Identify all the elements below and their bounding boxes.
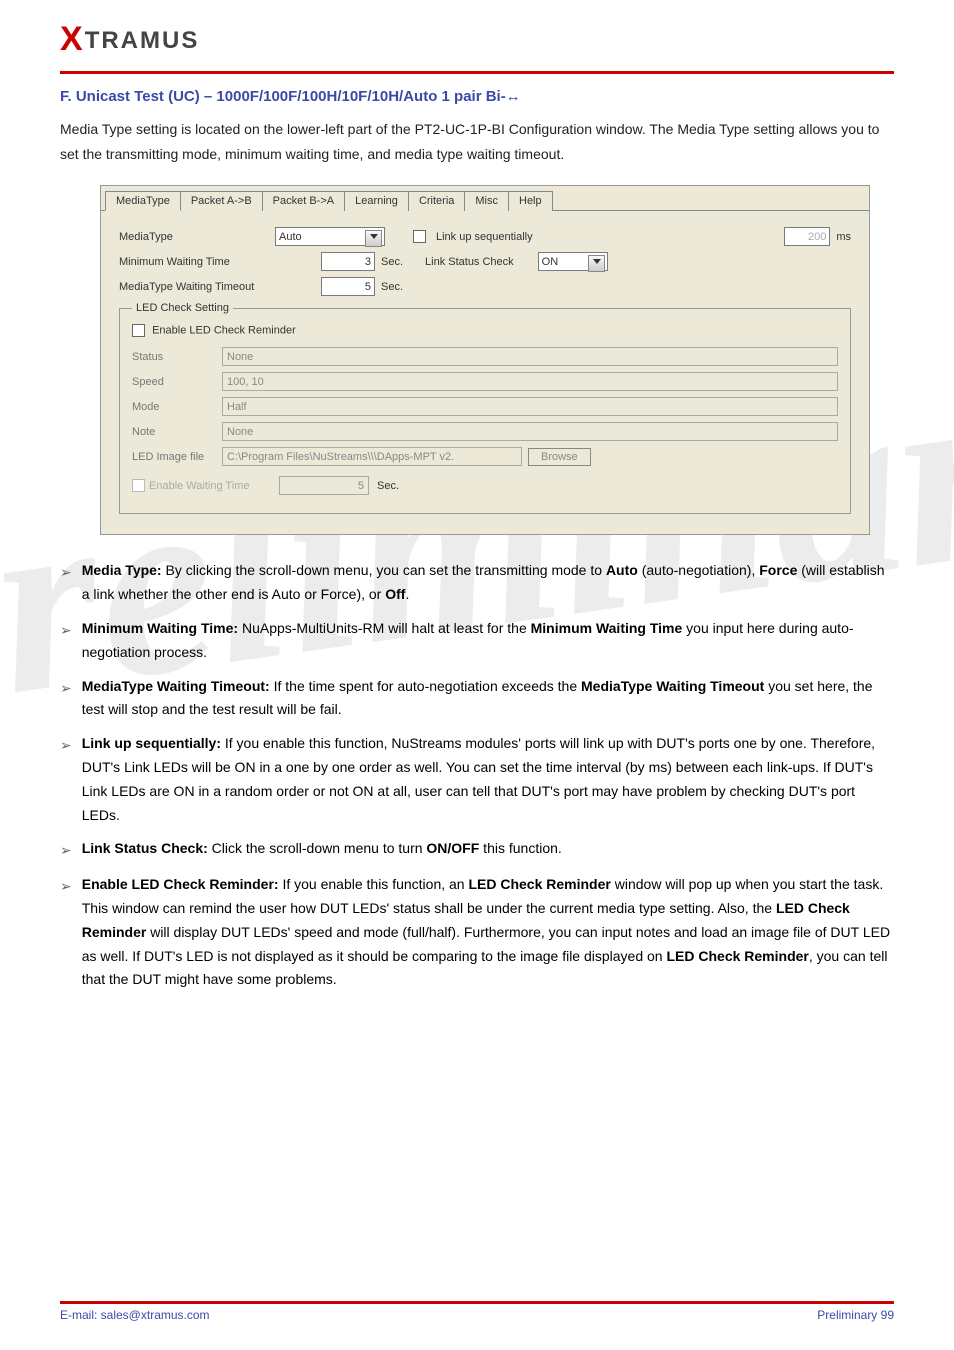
dialog-body: MediaType Auto Link up sequentially 200 … — [101, 211, 869, 534]
mediatype-label: MediaType — [119, 231, 269, 243]
image-input: C:\Program Files\NuStreams\\\DApps-MPT v… — [222, 447, 522, 466]
browse-button[interactable]: Browse — [528, 448, 591, 466]
mediatype-select[interactable]: Auto — [275, 227, 385, 246]
linkup-unit: ms — [836, 231, 851, 243]
tabs: MediaType Packet A->B Packet B->A Learni… — [101, 186, 869, 211]
led-legend: LED Check Setting — [132, 302, 233, 314]
minwait-label: Minimum Waiting Time — [119, 256, 269, 268]
speed-input: 100, 10 — [222, 372, 838, 391]
linkstatus-select[interactable]: ON — [538, 252, 608, 271]
intro-paragraph: Media Type setting is located on the low… — [60, 117, 894, 167]
bullet-mttimeout: ➢ MediaType Waiting Timeout: If the time… — [60, 675, 894, 723]
logo-x: X — [60, 20, 85, 58]
logo-rest: TRAMUS — [85, 27, 200, 54]
logo: XTRAMUS — [60, 20, 894, 59]
mediatype-dialog: MediaType Packet A->B Packet B->A Learni… — [100, 185, 870, 535]
status-label: Status — [132, 351, 222, 363]
linkup-value[interactable]: 200 — [784, 227, 830, 246]
footer-page: Preliminary 99 — [817, 1308, 894, 1322]
bullet-icon: ➢ — [60, 732, 72, 758]
tab-criteria[interactable]: Criteria — [408, 191, 465, 211]
bullet-text: Media Type: By clicking the scroll-down … — [82, 559, 894, 607]
bullet-icon: ➢ — [60, 873, 72, 899]
mttimeout-label: MediaType Waiting Timeout — [119, 281, 289, 293]
bullet-ledreminder: ➢ Enable LED Check Reminder: If you enab… — [60, 873, 894, 992]
bullet-icon: ➢ — [60, 559, 72, 585]
speed-label: Speed — [132, 376, 222, 388]
enable-led-checkbox[interactable] — [132, 324, 145, 337]
linkup-label: Link up sequentially — [436, 231, 533, 243]
enable-led-label: Enable LED Check Reminder — [152, 325, 296, 337]
ewt-label: Enable Waiting Time — [149, 480, 279, 492]
footer-email: E-mail: sales@xtramus.com — [60, 1308, 210, 1322]
tab-misc[interactable]: Misc — [464, 191, 509, 211]
tab-help[interactable]: Help — [508, 191, 553, 211]
bullet-text: Link Status Check: Click the scroll-down… — [82, 837, 894, 861]
tab-mediatype[interactable]: MediaType — [105, 191, 181, 211]
header: XTRAMUS — [0, 0, 954, 67]
note-input: None — [222, 422, 838, 441]
led-check-fieldset: LED Check Setting Enable LED Check Remin… — [119, 302, 851, 514]
bullet-icon: ➢ — [60, 837, 72, 863]
mttimeout-value[interactable]: 5 — [321, 277, 375, 296]
bullet-linkup: ➢ Link up sequentially: If you enable th… — [60, 732, 894, 827]
bullet-text: MediaType Waiting Timeout: If the time s… — [82, 675, 894, 723]
linkup-checkbox[interactable] — [413, 230, 426, 243]
bullet-text: Enable LED Check Reminder: If you enable… — [82, 873, 894, 992]
bullet-linkstatus: ➢ Link Status Check: Click the scroll-do… — [60, 837, 894, 863]
minwait-unit: Sec. — [381, 256, 403, 268]
tab-learning[interactable]: Learning — [344, 191, 409, 211]
section-title: F. Unicast Test (UC) – 1000F/100F/100H/1… — [60, 88, 894, 105]
tab-packet-ab[interactable]: Packet A->B — [180, 191, 263, 211]
ewt-checkbox[interactable] — [132, 479, 145, 492]
image-label: LED Image file — [132, 451, 222, 463]
bullet-icon: ➢ — [60, 617, 72, 643]
bullet-icon: ➢ — [60, 675, 72, 701]
bullet-mediatype: ➢ Media Type: By clicking the scroll-dow… — [60, 559, 894, 607]
bullet-list: ➢ Media Type: By clicking the scroll-dow… — [60, 559, 894, 992]
note-label: Note — [132, 426, 222, 438]
mttimeout-unit: Sec. — [381, 281, 403, 293]
mode-label: Mode — [132, 401, 222, 413]
mode-input: Half — [222, 397, 838, 416]
footer: E-mail: sales@xtramus.com Preliminary 99 — [60, 1301, 894, 1322]
ewt-value: 5 — [279, 476, 369, 495]
minwait-value[interactable]: 3 — [321, 252, 375, 271]
linkstatus-label: Link Status Check — [425, 256, 514, 268]
ewt-unit: Sec. — [377, 480, 399, 492]
bullet-text: Minimum Waiting Time: NuApps-MultiUnits-… — [82, 617, 894, 665]
tab-packet-ba[interactable]: Packet B->A — [262, 191, 345, 211]
status-input: None — [222, 347, 838, 366]
bullet-text: Link up sequentially: If you enable this… — [82, 732, 894, 827]
bullet-minwait: ➢ Minimum Waiting Time: NuApps-MultiUnit… — [60, 617, 894, 665]
